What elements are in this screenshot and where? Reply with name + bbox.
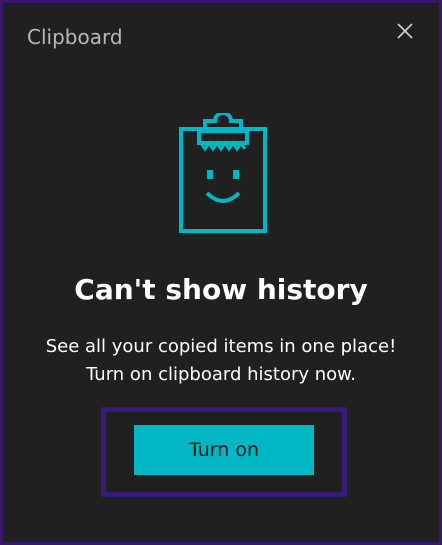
empty-state-description: See all your copied items in one place! … [3,333,439,389]
panel-title: Clipboard [27,25,123,49]
turn-on-button[interactable]: Turn on [134,425,314,475]
close-button[interactable] [393,19,417,43]
title-bar: Clipboard [3,3,439,73]
description-line-1: See all your copied items in one place! [45,336,397,357]
close-icon [397,23,413,39]
empty-state-heading: Can't show history [74,273,368,306]
description-line-2: Turn on clipboard history now. [86,364,356,385]
clipboard-panel: Clipboard Can't show history See all you… [0,0,442,545]
clipboard-smiley-icon [177,111,269,235]
